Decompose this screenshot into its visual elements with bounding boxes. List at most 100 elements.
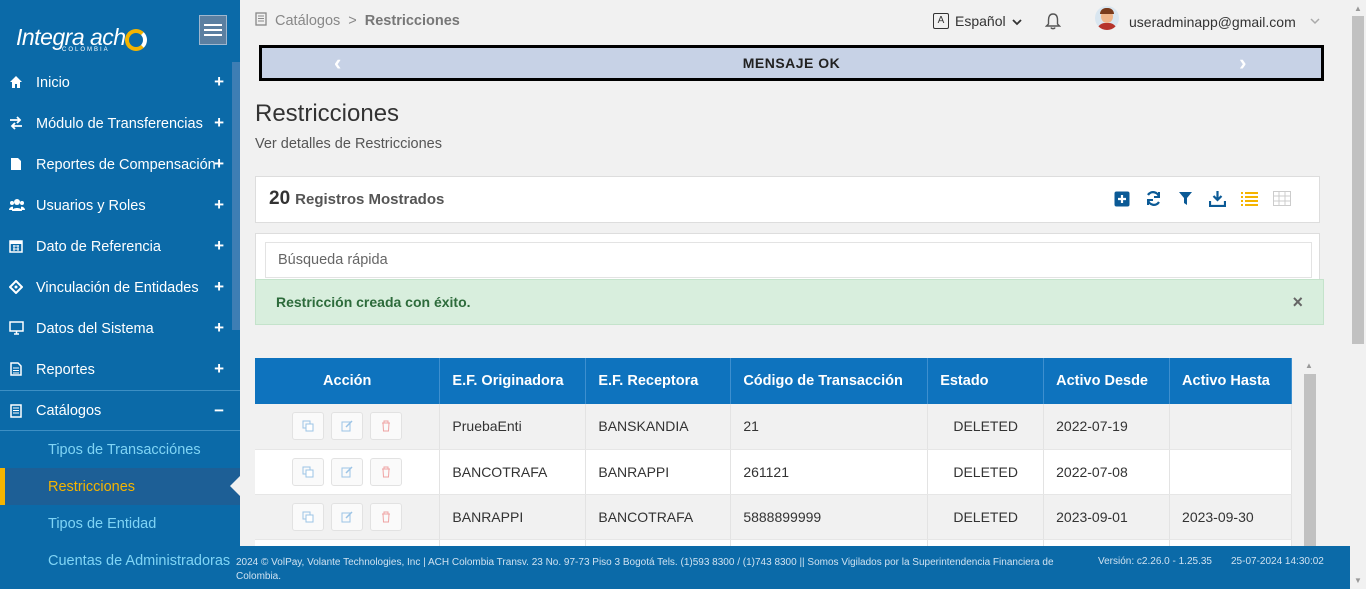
expand-icon[interactable]: + [214, 277, 224, 297]
sidebar-item-reportes-compensacion[interactable]: Reportes de Compensación + [0, 144, 240, 185]
page-scrollbar[interactable]: ▲ ▼ [1350, 0, 1366, 589]
sidebar-item-catalogos[interactable]: Catálogos − [0, 390, 240, 431]
users-icon [9, 198, 25, 212]
edit-icon[interactable] [331, 412, 364, 441]
sidebar-item-datos-sistema[interactable]: Datos del Sistema + [0, 308, 240, 349]
restrictions-table: Acción E.F. Originadora E.F. Receptora C… [255, 358, 1292, 546]
table-row[interactable]: BANCOTRAFA BANRAPPI 261121 DELETED 2022-… [255, 449, 1292, 495]
home-icon [9, 75, 23, 89]
logo-area: Integra ach COLOMBIA [0, 0, 240, 62]
sidebar-item-vinculacion[interactable]: Vinculación de Entidades + [0, 267, 240, 308]
column-header-receptora[interactable]: E.F. Receptora [585, 358, 732, 404]
delete-icon[interactable] [370, 457, 403, 486]
row-actions [255, 494, 441, 540]
banner-prev-icon[interactable]: ‹ [334, 48, 342, 78]
close-icon[interactable]: × [1292, 292, 1303, 313]
add-icon[interactable] [1112, 189, 1131, 208]
copy-icon[interactable] [292, 502, 325, 531]
banner-next-icon[interactable]: › [1239, 48, 1247, 78]
sidebar-item-usuarios-roles[interactable]: Usuarios y Roles + [0, 185, 240, 226]
sidebar-item-transferencias[interactable]: Módulo de Transferencias + [0, 103, 240, 144]
filter-icon[interactable] [1176, 189, 1195, 208]
table-scrollbar-thumb[interactable] [1304, 374, 1316, 546]
sidebar-subitem-restricciones[interactable]: Restricciones [0, 468, 240, 505]
avatar[interactable] [1095, 6, 1119, 30]
download-icon[interactable] [1208, 189, 1227, 208]
language-selector[interactable]: A Español [933, 13, 1022, 29]
sidebar-subitem-tipos-entidad[interactable]: Tipos de Entidad [0, 505, 240, 542]
cell-codigo [730, 539, 929, 546]
delete-icon[interactable] [370, 412, 403, 441]
table-scrollbar[interactable]: ▲ [1303, 358, 1317, 546]
row-actions [255, 449, 441, 495]
table-row[interactable]: PruebaEnti BANSKANDIA 21 DELETED 2022-07… [255, 404, 1292, 450]
column-header-accion[interactable]: Acción [255, 358, 441, 404]
transfer-icon [9, 116, 23, 130]
sidebar-item-dato-referencia[interactable]: Dato de Referencia + [0, 226, 240, 267]
footer-version: Versión: c2.26.0 - 1.25.35 [1098, 556, 1212, 567]
cell-activo-hasta [1169, 539, 1292, 546]
expand-icon[interactable]: + [214, 154, 224, 174]
scroll-up-icon[interactable]: ▲ [1354, 4, 1362, 13]
page-scrollbar-thumb[interactable] [1352, 16, 1364, 344]
collapse-icon[interactable]: − [214, 401, 224, 421]
menu-toggle-button[interactable] [199, 15, 227, 45]
grid-view-icon[interactable] [1272, 189, 1291, 208]
column-header-estado[interactable]: Estado [927, 358, 1045, 404]
expand-icon[interactable]: + [214, 236, 224, 256]
column-header-activo-desde[interactable]: Activo Desde [1043, 358, 1171, 404]
sidebar-item-reportes[interactable]: Reportes + [0, 349, 240, 390]
expand-icon[interactable]: + [214, 113, 224, 133]
search-panel [255, 233, 1320, 283]
breadcrumb-parent[interactable]: Catálogos [275, 13, 340, 29]
sidebar-submenu-catalogos: Tipos de Transacciónes Restricciones Tip… [0, 431, 240, 579]
cell-activo-hasta: 2023-09-30 [1169, 494, 1292, 540]
scroll-up-icon[interactable]: ▲ [1305, 361, 1313, 370]
edit-icon[interactable] [331, 457, 364, 486]
scroll-down-icon[interactable]: ▼ [1354, 576, 1362, 585]
expand-icon[interactable]: + [214, 72, 224, 92]
expand-icon[interactable]: + [214, 195, 224, 215]
cell-originadora: BANRAPPI [439, 494, 587, 540]
cell-activo-desde: 2022-07-08 [1043, 449, 1171, 495]
list-view-icon[interactable] [1240, 189, 1259, 208]
file-icon [9, 157, 23, 171]
cell-receptora: BANCOTRAFA [585, 494, 732, 540]
calendar-icon [9, 239, 23, 253]
copy-icon[interactable] [292, 412, 325, 441]
page-title: Restricciones [255, 100, 400, 127]
table-row[interactable] [255, 539, 1292, 546]
breadcrumb-separator: > [348, 13, 357, 29]
sidebar-subitem-cuentas-administradoras[interactable]: Cuentas de Administradoras [0, 542, 240, 579]
chevron-down-icon [1310, 16, 1320, 28]
footer-datetime: 25-07-2024 14:30:02 [1231, 556, 1324, 567]
column-header-activo-hasta[interactable]: Activo Hasta [1169, 358, 1292, 404]
sidebar-item-inicio[interactable]: Inicio + [0, 62, 240, 103]
refresh-icon[interactable] [1144, 189, 1163, 208]
edit-icon[interactable] [331, 502, 364, 531]
quick-search-input[interactable] [265, 242, 1312, 278]
expand-icon[interactable]: + [214, 359, 224, 379]
footer: 2024 © VolPay, Volante Technologies, Inc… [230, 546, 1350, 589]
cell-estado: DELETED [927, 494, 1045, 540]
notification-bell-icon[interactable] [1044, 12, 1062, 30]
copy-icon[interactable] [292, 457, 325, 486]
records-count-label: Registros Mostrados [295, 191, 445, 208]
column-header-codigo[interactable]: Código de Transacción [730, 358, 929, 404]
report-icon [9, 362, 23, 376]
table-header-row: Acción E.F. Originadora E.F. Receptora C… [255, 358, 1292, 404]
language-label: Español [955, 13, 1006, 29]
column-header-originadora[interactable]: E.F. Originadora [439, 358, 587, 404]
expand-icon[interactable]: + [214, 318, 224, 338]
table-row[interactable]: BANRAPPI BANCOTRAFA 5888899999 DELETED 2… [255, 494, 1292, 540]
logo-ring-icon [125, 29, 147, 51]
delete-icon[interactable] [370, 502, 403, 531]
user-menu[interactable]: useradminapp@gmail.com [1129, 14, 1320, 30]
cell-receptora [585, 539, 732, 546]
sidebar: Integra ach COLOMBIA Inicio + Módulo de … [0, 0, 240, 589]
row-actions [255, 404, 441, 450]
cell-activo-desde: 2023-09-01 [1043, 494, 1171, 540]
sidebar-subitem-tipos-transacciones[interactable]: Tipos de Transacciónes [0, 431, 240, 468]
page-subtitle: Ver detalles de Restricciones [255, 136, 442, 152]
sidebar-item-label: Módulo de Transferencias [36, 115, 203, 132]
